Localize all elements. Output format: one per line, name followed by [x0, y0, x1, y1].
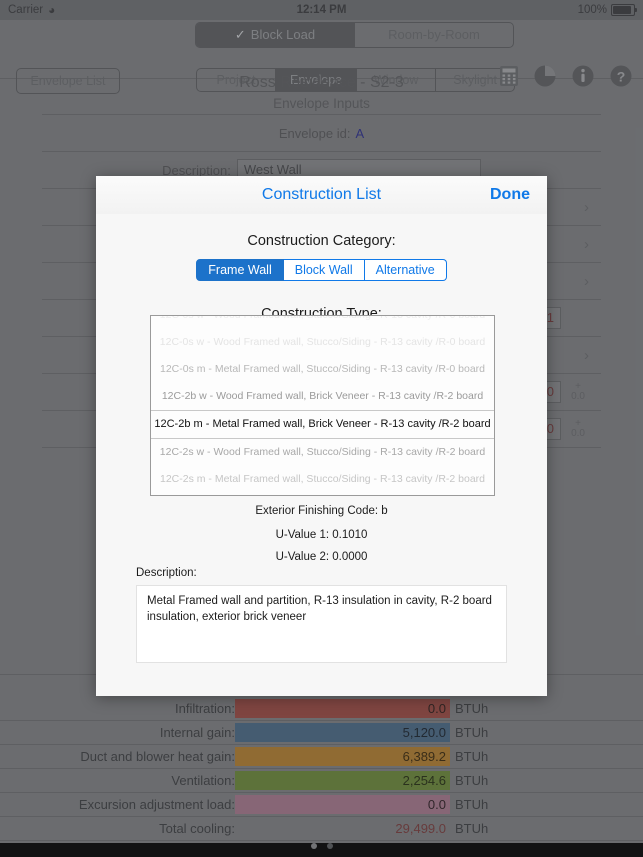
category-frame-wall[interactable]: Frame Wall — [196, 259, 284, 281]
modal-title: Construction List — [261, 186, 382, 203]
category-block-wall[interactable]: Block Wall — [283, 259, 365, 281]
picker-option-selected[interactable]: 12C-2b m - Metal Framed wall, Brick Vene… — [151, 410, 494, 439]
description-textarea[interactable]: Metal Framed wall and partition, R-13 in… — [136, 585, 507, 663]
picker-option[interactable]: 12C-2s w - Wood Framed wall, Stucco/Sidi… — [151, 439, 494, 466]
picker-option[interactable]: 12C-0s m - Metal Framed wall, Stucco/Sid… — [151, 356, 494, 383]
picker-option[interactable]: 12C-2b w - Wood Framed wall, Brick Venee… — [151, 383, 494, 410]
modal-header: Construction List Done — [96, 176, 547, 214]
construction-list-modal: Construction List Done Construction Cate… — [96, 176, 547, 696]
picker-option[interactable]: 12C-2s m - Metal Framed wall, Stucco/Sid… — [151, 466, 494, 493]
exterior-finishing-code: Exterior Finishing Code: b — [255, 505, 388, 517]
picker-option[interactable]: 12C-3b w - Wood Framed wall, Brick Venee… — [151, 493, 494, 495]
description-label: Description: — [136, 567, 197, 579]
ipad-screen: Carrier ◕ 12:14 PM 100% Envelope List ✓ B… — [0, 0, 643, 857]
construction-category-label: Construction Category: — [247, 233, 396, 249]
u-value-1: U-Value 1: 0.1010 — [275, 529, 368, 541]
construction-category-segmented-control[interactable]: Frame Wall Block Wall Alternative — [96, 259, 547, 281]
picker-option[interactable]: 12C-0s w - Wood Framed wall, Stucco/Sidi… — [151, 316, 494, 329]
category-alternative[interactable]: Alternative — [364, 259, 447, 281]
u-value-2: U-Value 2: 0.0000 — [275, 551, 368, 563]
picker-option[interactable]: 12C-0s w - Wood Framed wall, Stucco/Sidi… — [151, 329, 494, 356]
done-button[interactable]: Done — [490, 186, 530, 204]
construction-type-picker[interactable]: 12C-0s w - Wood Framed wall, Stucco/Sidi… — [150, 315, 495, 496]
